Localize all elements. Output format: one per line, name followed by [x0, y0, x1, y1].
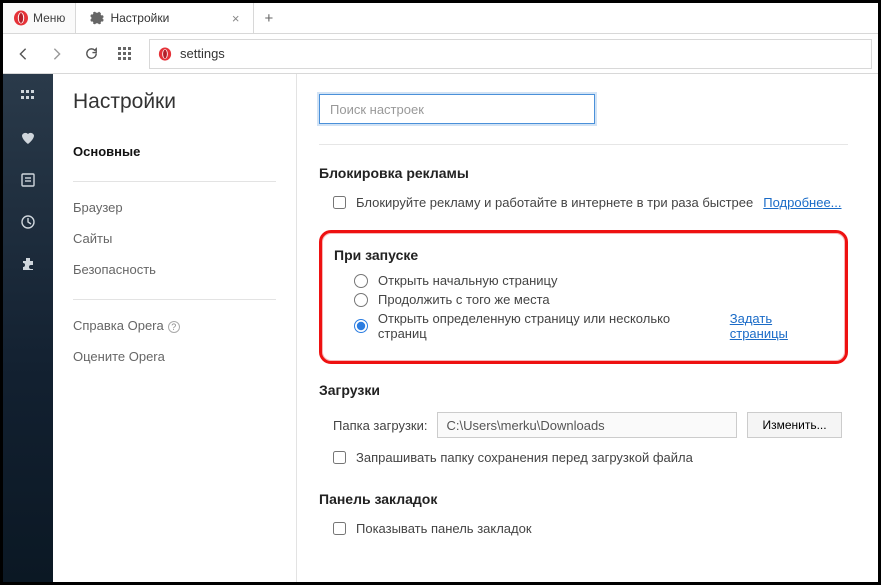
section-ads-title: Блокировка рекламы	[319, 165, 848, 181]
startup-label-2: Открыть определенную страницу или нескол…	[378, 311, 720, 341]
tab-close-button[interactable]: ×	[228, 11, 244, 26]
rail-history-icon[interactable]	[18, 212, 38, 232]
menu-button[interactable]: Меню	[3, 3, 76, 33]
section-bookmarks-title: Панель закладок	[319, 491, 848, 507]
rail-speed-dial-icon[interactable]	[18, 86, 38, 106]
download-folder-label: Папка загрузки:	[333, 418, 427, 433]
forward-button[interactable]	[43, 40, 71, 68]
opera-icon	[13, 10, 29, 26]
rail-extensions-icon[interactable]	[18, 254, 38, 274]
startup-label-1: Продолжить с того же места	[378, 292, 550, 307]
sidebar-rate-link[interactable]: Оцените Opera	[73, 341, 294, 372]
settings-main: Блокировка рекламы Блокируйте рекламу и …	[297, 74, 878, 582]
tab-title: Настройки	[110, 11, 221, 25]
help-icon: ?	[168, 321, 180, 333]
startup-label-0: Открыть начальную страницу	[378, 273, 558, 288]
speed-dial-button[interactable]	[111, 40, 139, 68]
titlebar: Меню Настройки × +	[3, 3, 878, 34]
address-input[interactable]	[180, 40, 871, 68]
startup-radio-specific[interactable]	[354, 319, 368, 333]
sidebar-item-security[interactable]: Безопасность	[73, 254, 294, 285]
rail-heart-icon[interactable]	[18, 128, 38, 148]
download-change-button[interactable]: Изменить...	[747, 412, 841, 438]
section-downloads-title: Загрузки	[319, 382, 848, 398]
left-rail	[3, 74, 53, 582]
opera-icon-small	[150, 47, 180, 61]
settings-sidebar: Настройки Основные Браузер Сайты Безопас…	[53, 74, 297, 582]
startup-radio-homepage[interactable]	[354, 274, 368, 288]
ads-block-checkbox[interactable]	[333, 196, 346, 209]
back-button[interactable]	[9, 40, 37, 68]
new-tab-button[interactable]: +	[254, 10, 283, 27]
navbar	[3, 34, 878, 74]
ads-block-label: Блокируйте рекламу и работайте в интерне…	[356, 195, 753, 210]
gear-icon	[90, 11, 104, 25]
startup-radio-continue[interactable]	[354, 293, 368, 307]
section-startup-title: При запуске	[334, 247, 833, 263]
bookmarks-show-label: Показывать панель закладок	[356, 521, 532, 536]
sidebar-item-sites[interactable]: Сайты	[73, 223, 294, 254]
download-ask-label: Запрашивать папку сохранения перед загру…	[356, 450, 693, 465]
sidebar-item-browser[interactable]: Браузер	[73, 192, 294, 223]
sidebar-help-link[interactable]: Справка Opera?	[73, 310, 294, 341]
download-folder-input[interactable]	[437, 412, 737, 438]
download-ask-checkbox[interactable]	[333, 451, 346, 464]
sidebar-item-basic[interactable]: Основные	[73, 136, 294, 167]
rail-news-icon[interactable]	[18, 170, 38, 190]
ads-more-link[interactable]: Подробнее...	[763, 195, 841, 210]
address-bar[interactable]	[149, 39, 872, 69]
bookmarks-show-checkbox[interactable]	[333, 522, 346, 535]
page-title: Настройки	[73, 90, 294, 114]
startup-highlight-box: При запуске Открыть начальную страницу П…	[319, 230, 848, 364]
set-pages-link[interactable]: Задать страницы	[730, 311, 833, 341]
menu-label: Меню	[33, 11, 65, 25]
search-input[interactable]	[319, 94, 595, 124]
tab-settings[interactable]: Настройки ×	[76, 3, 254, 33]
reload-button[interactable]	[77, 40, 105, 68]
